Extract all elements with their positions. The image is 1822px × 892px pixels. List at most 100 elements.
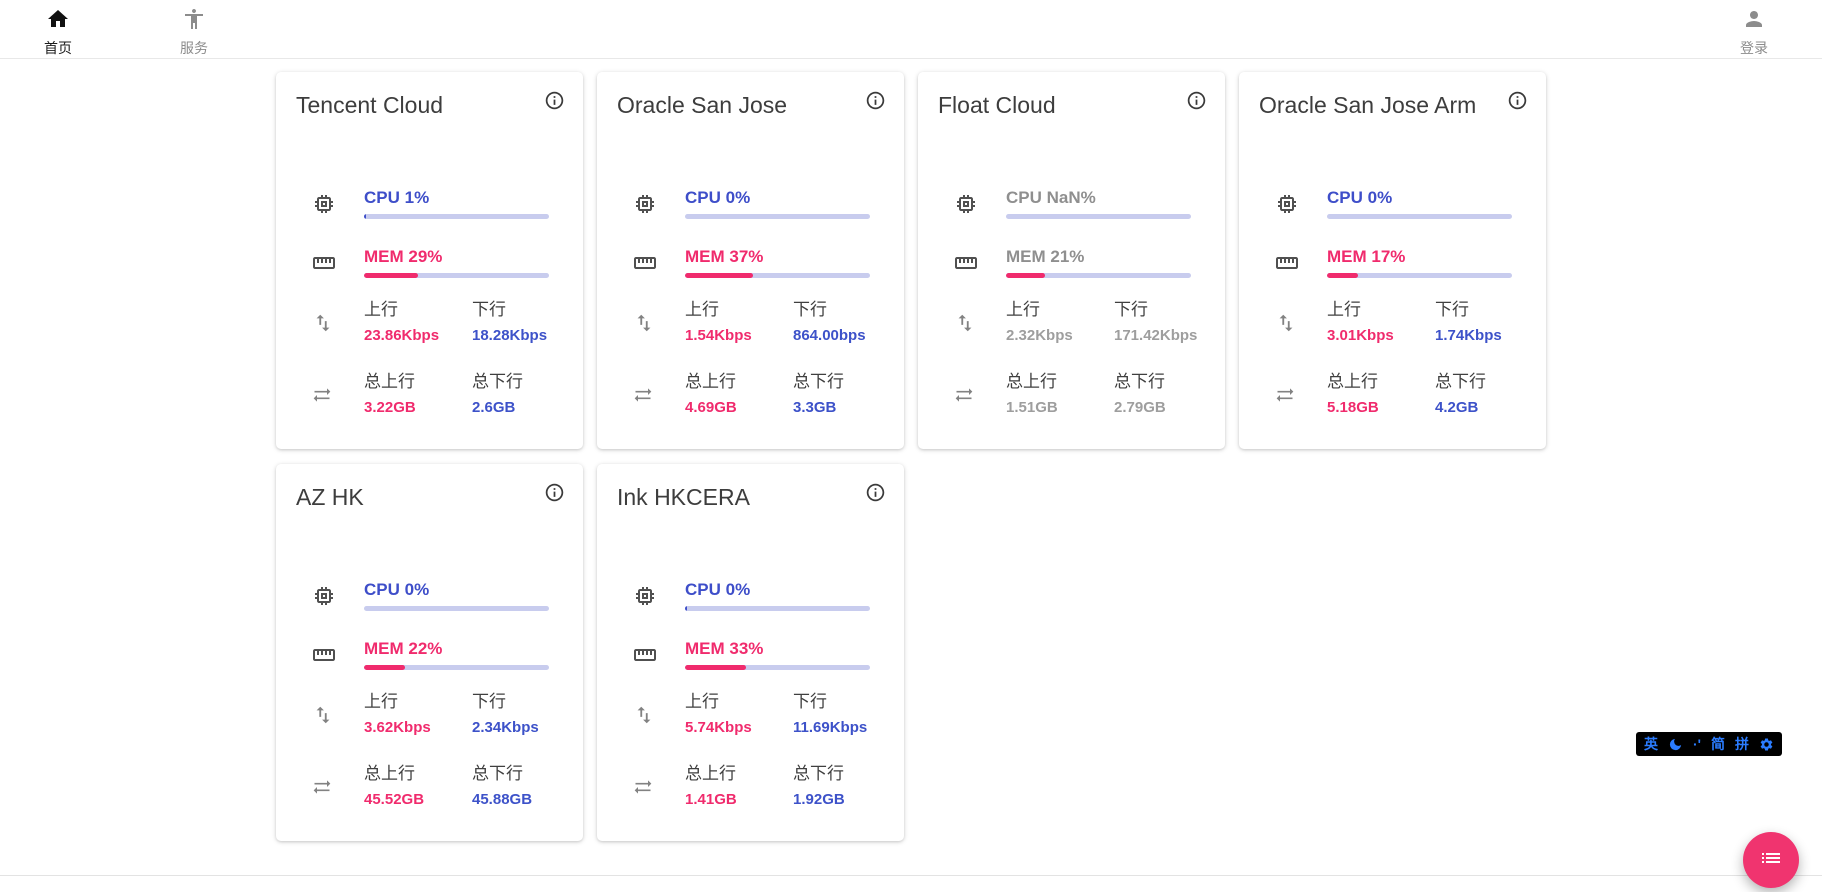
nav-services-label: 服务: [180, 38, 208, 58]
cpu-progressbar: [685, 214, 870, 219]
server-name: Ink HKCERA: [617, 482, 750, 512]
moon-icon[interactable]: [1668, 737, 1683, 752]
download-value: 171.42Kbps: [1114, 326, 1222, 345]
download-stat: 下行 11.69Kbps: [793, 692, 901, 737]
swap-arrows-icon: [1239, 372, 1327, 417]
download-label: 下行: [1114, 300, 1222, 320]
total-download-value: 2.6GB: [472, 398, 580, 417]
server-card-az-hk: AZ HK CPU 0% MEM 22%: [276, 464, 583, 841]
updown-arrows-icon: [1239, 300, 1327, 345]
upload-label: 上行: [364, 692, 472, 712]
updown-arrows-icon: [597, 692, 685, 737]
cpu-progressbar: [364, 214, 549, 219]
memory-ruler-icon: [597, 639, 685, 670]
memory-ruler-icon: [276, 247, 364, 278]
download-label: 下行: [1435, 300, 1543, 320]
download-stat: 下行 2.34Kbps: [472, 692, 580, 737]
ime-punctuation-toggle[interactable]: ·': [1693, 732, 1701, 756]
upload-stat: 上行 23.86Kbps: [364, 300, 472, 345]
download-value: 864.00bps: [793, 326, 901, 345]
upload-label: 上行: [364, 300, 472, 320]
mem-progressbar: [364, 273, 549, 278]
ime-simplified-toggle[interactable]: 简: [1711, 732, 1725, 756]
mem-usage-label: MEM 22%: [364, 639, 549, 659]
nav-item-home[interactable]: 首页: [40, 1, 76, 58]
mem-progressbar: [685, 273, 870, 278]
download-stat: 下行 18.28Kbps: [472, 300, 580, 345]
server-card-float-cloud: Float Cloud CPU NaN% MEM 21%: [918, 72, 1225, 449]
updown-arrows-icon: [918, 300, 1006, 345]
mem-meter: MEM 22%: [364, 639, 549, 670]
cpu-meter: CPU 0%: [364, 580, 549, 611]
mem-usage-label: MEM 21%: [1006, 247, 1191, 267]
total-upload-label: 总上行: [685, 764, 793, 784]
swap-arrows-icon: [276, 764, 364, 809]
mem-usage-label: MEM 29%: [364, 247, 549, 267]
upload-value: 2.32Kbps: [1006, 326, 1114, 345]
cpu-chip-icon: [918, 188, 1006, 219]
footer-divider: [0, 875, 1822, 876]
gear-icon[interactable]: [1759, 737, 1774, 752]
mem-progressbar: [1006, 273, 1191, 278]
upload-label: 上行: [685, 300, 793, 320]
total-download-stat: 总下行 2.6GB: [472, 372, 580, 417]
total-download-value: 45.88GB: [472, 790, 580, 809]
upload-value: 5.74Kbps: [685, 718, 793, 737]
upload-value: 23.86Kbps: [364, 326, 472, 345]
total-upload-label: 总上行: [1327, 372, 1435, 392]
download-label: 下行: [472, 300, 580, 320]
total-upload-value: 1.51GB: [1006, 398, 1114, 417]
info-icon[interactable]: [544, 482, 565, 508]
total-download-label: 总下行: [1114, 372, 1222, 392]
server-card-oracle-san-jose: Oracle San Jose CPU 0% MEM 37%: [597, 72, 904, 449]
total-upload-value: 3.22GB: [364, 398, 472, 417]
server-list-fab[interactable]: [1743, 832, 1799, 888]
total-upload-label: 总上行: [364, 372, 472, 392]
server-name: AZ HK: [296, 482, 364, 512]
download-value: 18.28Kbps: [472, 326, 580, 345]
nav-item-services[interactable]: 服务: [176, 1, 212, 58]
total-upload-label: 总上行: [1006, 372, 1114, 392]
cpu-chip-icon: [597, 580, 685, 611]
cpu-progressbar: [1327, 214, 1512, 219]
info-icon[interactable]: [544, 90, 565, 116]
nav-login-label: 登录: [1740, 38, 1768, 58]
server-card-grid: Tencent Cloud CPU 1% MEM 29%: [276, 72, 1546, 841]
ime-pinyin-toggle[interactable]: 拼: [1735, 732, 1749, 756]
server-name: Tencent Cloud: [296, 90, 443, 120]
server-card-tencent-cloud: Tencent Cloud CPU 1% MEM 29%: [276, 72, 583, 449]
list-icon: [1759, 846, 1783, 875]
info-icon[interactable]: [1186, 90, 1207, 116]
total-download-value: 1.92GB: [793, 790, 901, 809]
total-download-value: 4.2GB: [1435, 398, 1543, 417]
download-stat: 下行 171.42Kbps: [1114, 300, 1222, 345]
total-download-stat: 总下行 4.2GB: [1435, 372, 1543, 417]
mem-progressbar: [685, 665, 870, 670]
ime-lang-toggle[interactable]: 英: [1644, 732, 1658, 756]
cpu-usage-label: CPU 0%: [1327, 188, 1512, 208]
mem-progressbar: [1327, 273, 1512, 278]
cpu-usage-label: CPU 0%: [364, 580, 549, 600]
swap-arrows-icon: [276, 372, 364, 417]
cpu-usage-label: CPU 1%: [364, 188, 549, 208]
nav-item-login[interactable]: 登录: [1736, 1, 1772, 58]
cpu-usage-label: CPU 0%: [685, 188, 870, 208]
info-icon[interactable]: [1507, 90, 1528, 116]
total-upload-value: 1.41GB: [685, 790, 793, 809]
mem-meter: MEM 17%: [1327, 247, 1512, 278]
upload-stat: 上行 1.54Kbps: [685, 300, 793, 345]
upload-label: 上行: [685, 692, 793, 712]
total-upload-value: 4.69GB: [685, 398, 793, 417]
download-value: 1.74Kbps: [1435, 326, 1543, 345]
mem-progressbar: [364, 665, 549, 670]
total-upload-label: 总上行: [685, 372, 793, 392]
cpu-chip-icon: [276, 188, 364, 219]
memory-ruler-icon: [918, 247, 1006, 278]
mem-usage-label: MEM 33%: [685, 639, 870, 659]
total-download-label: 总下行: [472, 372, 580, 392]
cpu-usage-label: CPU NaN%: [1006, 188, 1191, 208]
info-icon[interactable]: [865, 90, 886, 116]
info-icon[interactable]: [865, 482, 886, 508]
accessibility-icon: [182, 7, 206, 36]
memory-ruler-icon: [276, 639, 364, 670]
